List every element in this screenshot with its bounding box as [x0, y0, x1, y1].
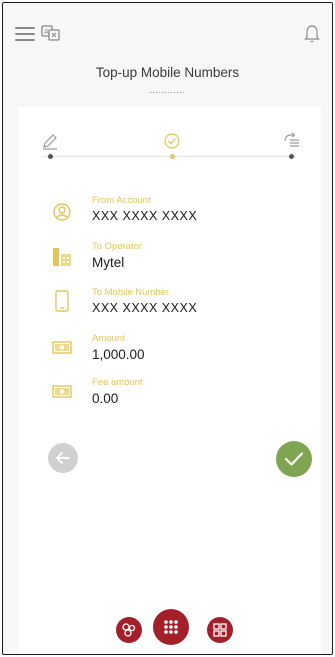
to-operator-label: To Operator [92, 241, 143, 252]
page-subtitle-dots: ............ [149, 85, 186, 95]
checkmark-icon [284, 452, 304, 466]
banknote-icon [52, 385, 72, 398]
language-toggle-icon[interactable]: A [41, 24, 61, 42]
step-dot-1 [48, 154, 53, 159]
hamburger-menu-icon[interactable] [15, 27, 35, 41]
to-operator-field: To Operator Mytel [18, 239, 321, 283]
keypad-icon [164, 620, 178, 634]
confirmation-card: From Account XXX XXXX XXXX To Operator M… [18, 107, 321, 654]
keypad-nav-button[interactable] [153, 609, 189, 645]
back-button[interactable] [48, 443, 78, 473]
user-circle-icon [53, 203, 71, 221]
to-mobile-number-value: XXX XXXX XXXX [92, 301, 198, 315]
app-screen: A Top-up Mobile Numbers ............ Fro… [2, 2, 333, 655]
confirm-button[interactable] [276, 441, 312, 477]
header: A Top-up Mobile Numbers ............ [3, 3, 332, 107]
check-circle-icon [164, 133, 180, 149]
fee-amount-value: 0.00 [92, 391, 119, 406]
progress-stepper [18, 107, 321, 167]
to-operator-value: Mytel [92, 255, 125, 270]
bell-icon[interactable] [304, 24, 320, 44]
page-title: Top-up Mobile Numbers [95, 65, 240, 80]
amount-value: 1,000.00 [92, 347, 145, 362]
bottom-navigation [3, 609, 332, 653]
services-nav-button[interactable] [116, 617, 142, 643]
building-icon [53, 248, 71, 266]
step-dot-3 [289, 154, 294, 159]
from-account-label: From Account [92, 195, 151, 206]
services-icon [122, 623, 136, 637]
pencil-icon [43, 134, 57, 150]
step-dot-2 [170, 154, 175, 159]
banknote-icon [52, 341, 72, 354]
to-mobile-number-label: To Mobile Number [92, 287, 170, 298]
qr-code-icon [213, 623, 227, 637]
send-list-icon [284, 132, 299, 147]
amount-label: Amount [92, 333, 125, 344]
svg-text:A: A [44, 28, 49, 36]
from-account-field: From Account XXX XXXX XXXX [18, 193, 321, 237]
amount-field: Amount 1,000.00 [18, 331, 321, 375]
from-account-value: XXX XXXX XXXX [92, 209, 198, 223]
to-mobile-number-field: To Mobile Number XXX XXXX XXXX [18, 285, 321, 329]
mobile-phone-icon [55, 290, 69, 312]
arrow-left-icon [56, 452, 70, 464]
fee-amount-label: Fee amount [92, 377, 143, 388]
qr-nav-button[interactable] [207, 617, 233, 643]
fee-amount-field: Fee amount 0.00 [18, 375, 321, 419]
